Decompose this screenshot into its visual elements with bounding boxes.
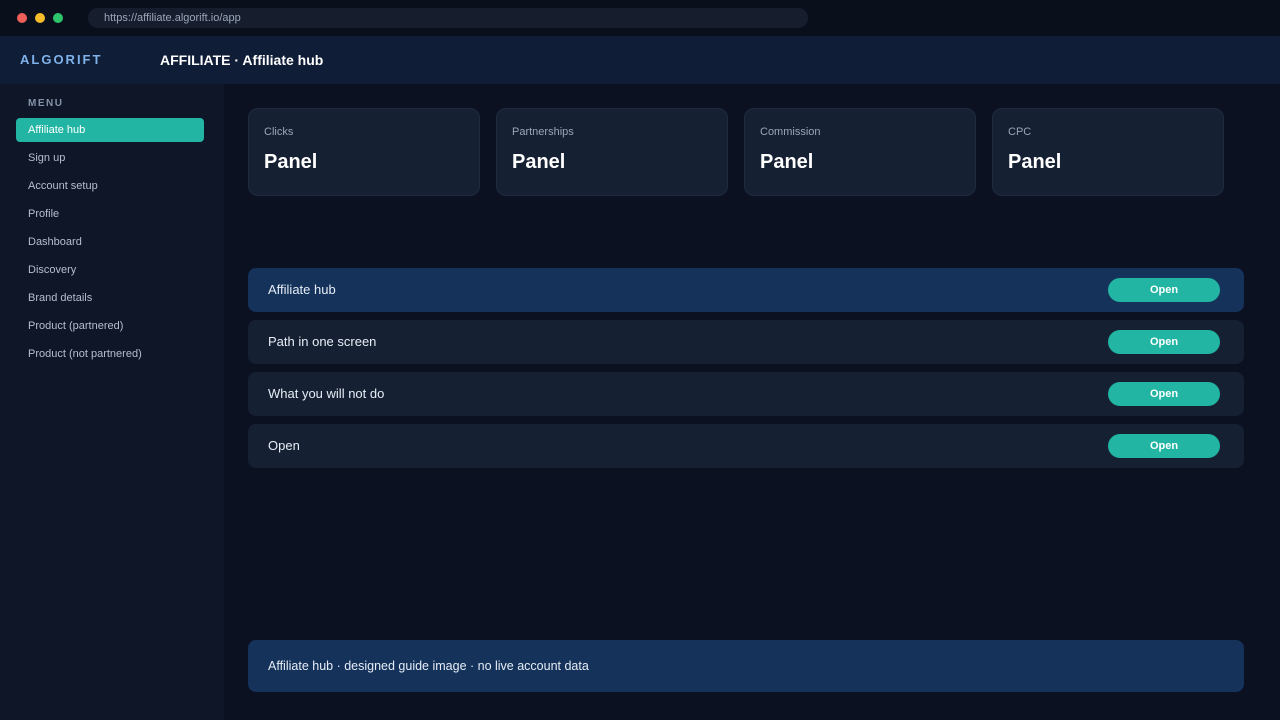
card-label: Partnerships [512,126,574,138]
browser-chrome: https://affiliate.algorift.io/app [0,0,1280,36]
open-button[interactable]: Open [1108,434,1220,458]
open-button[interactable]: Open [1108,330,1220,354]
sidebar-item-product-not-partnered[interactable]: Product (not partnered) [16,342,204,366]
window-minimize-dot[interactable] [35,13,45,23]
row-label: Open [268,438,300,453]
window-close-dot[interactable] [17,13,27,23]
open-button[interactable]: Open [1108,278,1220,302]
brand-logo[interactable]: ALGORIFT [20,36,102,84]
card-value: Panel [512,151,566,173]
sidebar-item-dashboard[interactable]: Dashboard [16,230,204,254]
sidebar-item-product-partnered[interactable]: Product (partnered) [16,314,204,338]
menu-heading: MENU [28,98,64,109]
card-value: Panel [264,151,318,173]
app-header: ALGORIFT AFFILIATE · Affiliate hub [0,36,1280,84]
stat-card-clicks: Clicks Panel [248,108,480,196]
list-row-what-you-will-not-do[interactable]: What you will not do Open [248,372,1244,416]
address-bar[interactable]: https://affiliate.algorift.io/app [88,8,808,28]
card-value: Panel [760,151,814,173]
sidebar-item-brand-details[interactable]: Brand details [16,286,204,310]
page-title: AFFILIATE · Affiliate hub [160,52,324,68]
stat-card-cpc: CPC Panel [992,108,1224,196]
row-label: What you will not do [268,386,385,401]
sidebar-item-sign-up[interactable]: Sign up [16,146,204,170]
card-label: Commission [760,126,821,138]
card-label: Clicks [264,126,294,138]
row-label: Affiliate hub [268,282,336,297]
footer-note: Affiliate hub · designed guide image · n… [248,640,1244,692]
stat-card-commission: Commission Panel [744,108,976,196]
window-maximize-dot[interactable] [53,13,63,23]
sidebar-item-profile[interactable]: Profile [16,202,204,226]
main-content: Clicks Panel Partnerships Panel Commissi… [224,84,1280,720]
stat-card-partnerships: Partnerships Panel [496,108,728,196]
sidebar-item-account-setup[interactable]: Account setup [16,174,204,198]
sidebar-item-affiliate-hub[interactable]: Affiliate hub [16,118,204,142]
list-row-affiliate-hub[interactable]: Affiliate hub Open [248,268,1244,312]
sidebar: MENU Affiliate hub Sign up Account setup… [0,84,224,720]
row-label: Path in one screen [268,334,377,349]
list-row-open[interactable]: Open Open [248,424,1244,468]
card-label: CPC [1008,126,1032,138]
list-row-path-in-one-screen[interactable]: Path in one screen Open [248,320,1244,364]
open-button[interactable]: Open [1108,382,1220,406]
sidebar-item-discovery[interactable]: Discovery [16,258,204,282]
card-value: Panel [1008,151,1062,173]
